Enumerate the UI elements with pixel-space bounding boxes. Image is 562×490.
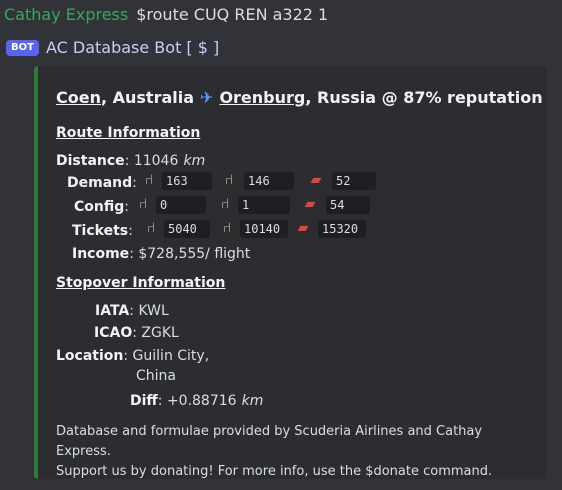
iata-row: IATA: KWL — [95, 303, 169, 319]
economy-seat-icon: ⑁ — [146, 220, 156, 236]
footer-line-1: Database and formulae provided by Scuder… — [56, 424, 483, 459]
bot-header: BOT AC Database Bot [ $ ] — [6, 38, 219, 57]
tickets-row: Tickets: — [72, 223, 133, 239]
demand-business: 146 — [244, 172, 294, 190]
demand-row: Demand: — [67, 175, 137, 191]
config-economy: 0 — [156, 196, 206, 214]
origin-link[interactable]: Coen — [56, 88, 101, 107]
icao-value: ZGKL — [141, 325, 179, 341]
demand-economy: 163 — [162, 172, 212, 190]
icao-label: ICAO — [94, 325, 133, 341]
diff-value: +0.88716 — [166, 393, 237, 409]
distance-label: Distance — [56, 153, 125, 169]
iata-value: KWL — [138, 303, 169, 319]
tickets-label: Tickets — [72, 223, 129, 239]
embed-title: Coen, Australia ✈ Orenburg, Russia @ 87% r… — [56, 88, 543, 107]
first-seat-icon: ▰ — [310, 172, 322, 188]
icao-row: ICAO: ZGKL — [94, 325, 179, 341]
income-value: $728,555/ flight — [138, 246, 251, 262]
tickets-first: 15320 — [318, 220, 366, 238]
economy-seat-icon: ⑁ — [144, 172, 154, 188]
diff-label: Diff — [130, 393, 158, 409]
business-seat-icon: ⑁ — [220, 196, 230, 212]
location-city: Guilin City, — [132, 348, 210, 364]
iata-label: IATA — [95, 303, 130, 319]
location-row: Location: Guilin City, — [56, 348, 210, 364]
first-seat-icon: ▰ — [304, 196, 316, 212]
business-seat-icon: ⑁ — [224, 172, 234, 188]
distance-row: Distance: 11046 km — [56, 153, 206, 169]
first-seat-icon: ▰ — [297, 220, 309, 236]
bot-badge: BOT — [6, 39, 39, 56]
username[interactable]: Cathay Express — [4, 5, 128, 24]
demand-label: Demand — [67, 175, 133, 191]
embed-footer: Database and formulae provided by Scuder… — [56, 422, 536, 482]
distance-unit: km — [183, 153, 206, 169]
footer-line-2: Support us by donating! For more info, u… — [56, 464, 493, 479]
command-text: $route CUQ REN a322 1 — [136, 5, 329, 24]
route-info-heading: Route Information — [56, 125, 201, 141]
income-label: Income — [72, 246, 130, 262]
airplane-icon: ✈ — [200, 88, 214, 107]
destination-link[interactable]: Orenburg — [219, 88, 305, 107]
tickets-economy: 5040 — [164, 220, 210, 238]
user-message: Cathay Express $route CUQ REN a322 1 — [4, 5, 328, 24]
diff-row: Diff: +0.88716 km — [130, 393, 264, 409]
config-business: 1 — [238, 196, 290, 214]
config-first: 54 — [326, 196, 370, 214]
tickets-business: 10140 — [240, 220, 288, 238]
economy-seat-icon: ⑁ — [138, 196, 148, 212]
destination-suffix: , Russia @ 87% reputation — [305, 88, 543, 107]
distance-value: 11046 — [133, 153, 179, 169]
demand-first: 52 — [332, 172, 376, 190]
business-seat-icon: ⑁ — [222, 220, 232, 236]
route-embed: Coen, Australia ✈ Orenburg, Russia @ 87% r… — [34, 66, 547, 479]
config-row: Config: — [74, 199, 129, 215]
diff-unit: km — [241, 393, 264, 409]
config-label: Config — [74, 199, 125, 215]
bot-name[interactable]: AC Database Bot [ $ ] — [46, 38, 219, 57]
income-row: Income: $728,555/ flight — [72, 246, 251, 262]
stopover-info-heading: Stopover Information — [56, 275, 226, 291]
origin-country: , Australia — [100, 88, 195, 107]
location-label: Location — [56, 348, 124, 364]
location-country: China — [136, 368, 176, 384]
